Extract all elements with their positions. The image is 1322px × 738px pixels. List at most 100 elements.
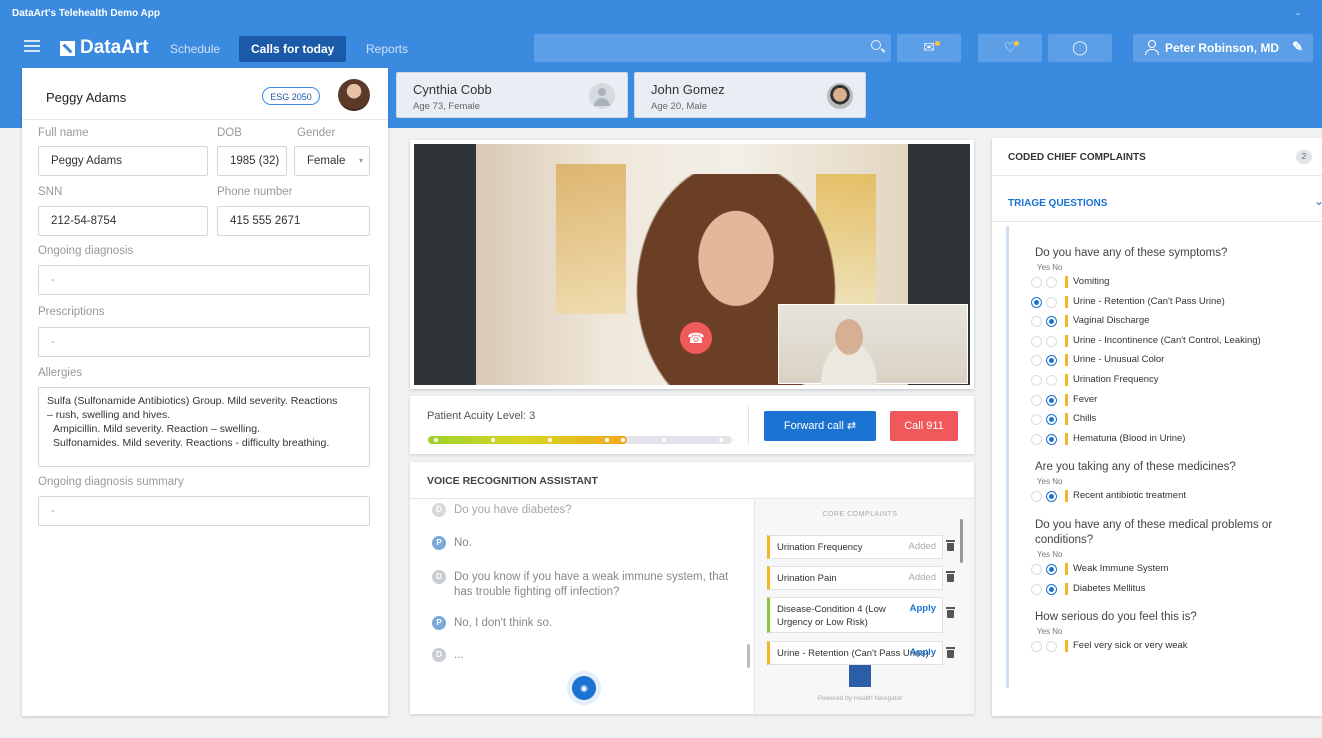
call-911-button[interactable]: Call 911	[890, 411, 958, 441]
forward-icon: ⇄	[846, 420, 857, 432]
yes-radio[interactable]	[1031, 296, 1042, 308]
scrollbar[interactable]	[960, 519, 963, 563]
prescriptions-field[interactable]: -	[38, 327, 370, 357]
no-radio[interactable]	[1046, 414, 1057, 426]
triage-questions-header[interactable]: TRIAGE QUESTIONS ⌄	[992, 184, 1322, 222]
allergy-line: Sulfonamides. Mild severity. Reactions -…	[53, 437, 330, 449]
yes-radio[interactable]	[1031, 491, 1042, 503]
triage-option-label: Urine - Incontinence (Can't Control, Lea…	[1073, 334, 1261, 346]
triage-option-label: Urine - Retention (Can't Pass Urine)	[1073, 295, 1225, 307]
triage-option-label: Hematuria (Blood in Urine)	[1073, 432, 1186, 444]
no-radio[interactable]	[1046, 433, 1057, 445]
no-radio[interactable]	[1046, 316, 1057, 328]
yes-radio[interactable]	[1031, 564, 1042, 575]
yes-radio[interactable]	[1031, 375, 1042, 386]
phone-field[interactable]: 415 555 2671	[217, 206, 370, 236]
label-ongoing-diagnosis: Ongoing diagnosis	[38, 245, 134, 257]
severity-bar	[1065, 334, 1068, 347]
voice-assistant-card: VOICE RECOGNITION ASSISTANT D Do you have…	[410, 462, 974, 714]
triage-question: How serious do you feel this is?	[1035, 611, 1197, 624]
search-icon[interactable]	[871, 40, 881, 50]
video-feed: ☎	[414, 144, 970, 385]
yes-radio[interactable]	[1031, 394, 1042, 406]
yes-radio[interactable]	[1031, 277, 1042, 288]
no-radio[interactable]	[1046, 355, 1057, 367]
no-radio[interactable]	[1046, 394, 1057, 406]
user-name: Peter Robinson, MD	[1165, 41, 1280, 55]
trash-icon[interactable]	[946, 607, 955, 618]
scrollbar[interactable]	[747, 644, 750, 668]
minimize-button[interactable]: -	[1296, 6, 1300, 20]
allergies-field[interactable]: Sulfa (Sulfonamide Antibiotics) Group. M…	[38, 387, 370, 467]
acuity-tick	[605, 438, 609, 442]
complaint-item: Urine - Retention (Can't Pass Urine) Appl…	[767, 641, 943, 665]
hamburger-icon[interactable]	[24, 40, 40, 52]
messages-button[interactable]: ✉	[897, 34, 961, 62]
trash-icon[interactable]	[946, 571, 955, 582]
user-menu[interactable]: Peter Robinson, MD ✎	[1133, 34, 1313, 62]
voice-assistant-title: VOICE RECOGNITION ASSISTANT	[427, 475, 598, 487]
queue-patient-tab[interactable]: Cynthia Cobb Age 73, Female	[396, 72, 628, 118]
notifications-button[interactable]: ♡	[978, 34, 1042, 62]
triage-question: Are you taking any of these medicines?	[1035, 461, 1236, 474]
yes-no-header: Yes No	[1037, 263, 1063, 272]
diagnosis-summary-field[interactable]: -	[38, 496, 370, 526]
no-radio[interactable]	[1046, 375, 1057, 386]
queue-patient-tab[interactable]: John Gomez Age 20, Male	[634, 72, 866, 118]
notification-dot	[935, 41, 940, 46]
chevron-down-icon[interactable]: ⌄	[1314, 194, 1322, 208]
yes-radio[interactable]	[1031, 641, 1042, 653]
coded-complaints-header[interactable]: CODED CHIEF COMPLAINTS 2	[992, 138, 1322, 176]
yes-radio[interactable]	[1031, 583, 1042, 595]
microphone-icon[interactable]: ◉	[572, 676, 596, 700]
no-radio[interactable]	[1046, 583, 1057, 595]
doctor-badge-icon: D	[432, 648, 446, 662]
support-button[interactable]: ◯	[1048, 34, 1112, 62]
gender-select[interactable]: Female ▾	[294, 146, 370, 176]
forward-call-button[interactable]: Forward call ⇄	[764, 411, 876, 441]
triage-option-label: Fever	[1073, 393, 1098, 405]
label-gender: Gender	[297, 127, 336, 139]
doctor-pip-video[interactable]	[778, 304, 968, 385]
apply-button[interactable]: Apply	[910, 603, 936, 614]
acuity-handle[interactable]	[618, 436, 627, 444]
dob-field[interactable]: 1985 (32)	[217, 146, 287, 176]
snn-field[interactable]: 212-54-8754	[38, 206, 208, 236]
phone-hangup-icon[interactable]: ☎	[680, 322, 712, 354]
pencil-icon[interactable]: ✎	[1292, 39, 1303, 55]
triage-question: Do you have any of these symptoms?	[1035, 247, 1228, 259]
full-name-field[interactable]: Peggy Adams	[38, 146, 208, 176]
yes-radio[interactable]	[1031, 316, 1042, 328]
apply-button[interactable]: Apply	[910, 647, 936, 658]
trash-icon[interactable]	[946, 647, 955, 658]
acuity-slider[interactable]	[428, 436, 732, 444]
label-phone: Phone number	[217, 186, 293, 198]
no-radio[interactable]	[1046, 296, 1057, 308]
no-radio[interactable]	[1046, 335, 1057, 347]
queue-patient-info: Age 20, Male	[651, 101, 707, 112]
complaint-status: Added	[908, 541, 936, 552]
no-radio[interactable]	[1046, 564, 1057, 575]
video-call-card: ☎	[410, 140, 974, 389]
ongoing-diagnosis-field[interactable]: -	[38, 265, 370, 295]
esg-badge[interactable]: ESG 2050	[262, 87, 320, 105]
nav-calls-for-today[interactable]: Calls for today	[239, 36, 347, 62]
nav-reports[interactable]: Reports	[354, 36, 420, 62]
trash-icon[interactable]	[946, 540, 955, 551]
search-input[interactable]	[534, 34, 891, 62]
yes-radio[interactable]	[1031, 414, 1042, 426]
yes-no-header: Yes No	[1037, 550, 1063, 559]
queue-patient-name: John Gomez	[651, 82, 725, 97]
no-radio[interactable]	[1046, 491, 1057, 503]
no-radio[interactable]	[1046, 277, 1057, 288]
label-prescriptions: Prescriptions	[38, 306, 105, 318]
chevron-down-icon: ▾	[358, 156, 363, 165]
yes-radio[interactable]	[1031, 335, 1042, 347]
voice-message-text: Do you have diabetes?	[454, 504, 572, 516]
yes-radio[interactable]	[1031, 355, 1042, 367]
voice-message: P No.	[432, 536, 742, 552]
yes-radio[interactable]	[1031, 433, 1042, 445]
no-radio[interactable]	[1046, 641, 1057, 653]
support-icon: ◯	[1072, 39, 1088, 55]
nav-schedule[interactable]: Schedule	[158, 36, 232, 62]
